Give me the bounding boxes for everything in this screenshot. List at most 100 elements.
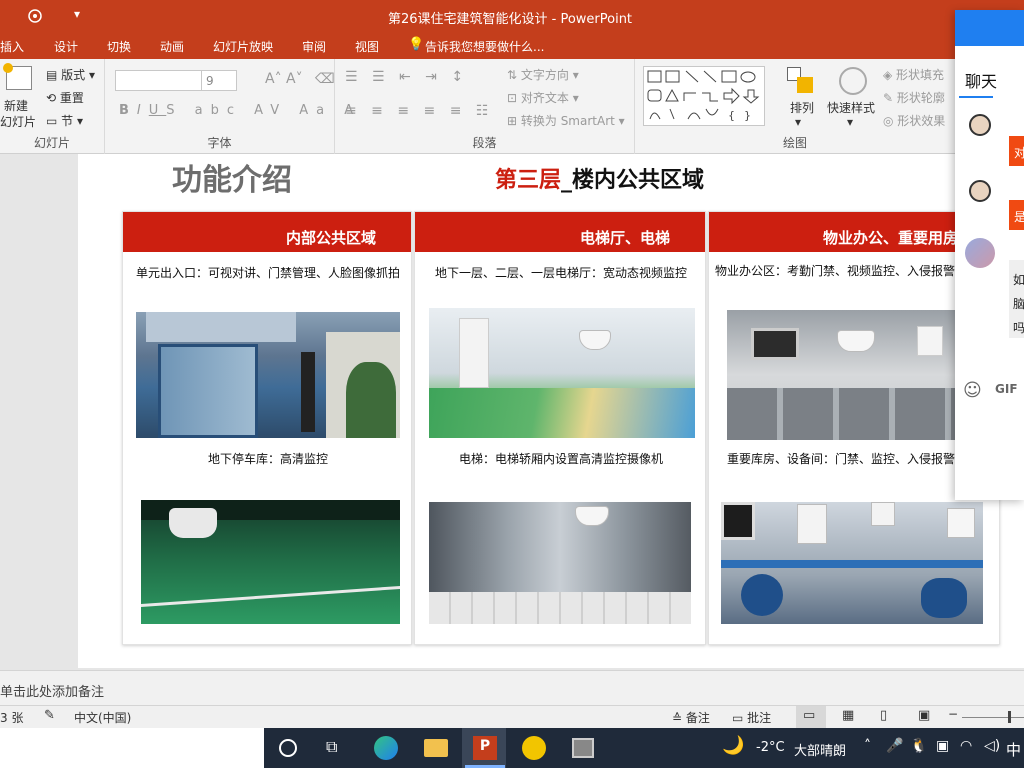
notes-button-label: 备注	[685, 711, 710, 725]
reset-button[interactable]: ⟲ 重置	[46, 89, 84, 106]
caption-entrance: 单元出入口：可视对讲、门禁管理、人脸图像抓拍	[135, 266, 400, 280]
avatar	[969, 180, 991, 202]
layout-label: 版式	[61, 68, 86, 82]
weather-desc[interactable]: 大部晴朗	[794, 740, 846, 759]
reading-view-icon[interactable]: ▯	[880, 708, 887, 723]
chat-panel: 聊天 对 是 如 脑 吗 ☺ GIF	[955, 10, 1024, 500]
svg-text:}: }	[744, 109, 751, 122]
font-style-buttons[interactable]: BIUS abc AV Aa A	[119, 103, 361, 118]
autosave-icon[interactable]	[26, 8, 44, 24]
file-explorer-icon[interactable]	[424, 739, 448, 757]
chat-tab-underline	[959, 96, 993, 98]
tab-insert[interactable]: 插入	[0, 38, 24, 55]
arrange-button[interactable]: 排列	[790, 99, 814, 116]
quick-styles-icon	[839, 67, 867, 95]
align-buttons[interactable]: ≡ ≡ ≡ ≡ ≡ ☷	[345, 103, 493, 119]
arrange-dropdown-icon[interactable]: ▾	[795, 115, 801, 129]
layer-title: _楼内公共区域	[561, 168, 705, 193]
entrance-photo	[136, 312, 400, 438]
tab-slideshow[interactable]: 幻灯片放映	[213, 38, 273, 55]
chat-message: 是	[1009, 200, 1024, 230]
app-tray-icon[interactable]: ▣	[936, 738, 949, 754]
list-buttons[interactable]: ☰ ☰ ⇤ ⇥ ↕	[345, 69, 468, 85]
align-text-label: 对齐文本	[520, 91, 569, 105]
lightbulb-icon: 💡	[408, 37, 425, 52]
chat-message: 如 脑 吗	[1009, 260, 1024, 338]
ime-indicator[interactable]: 中	[1006, 739, 1021, 760]
new-slide-label-2[interactable]: 幻灯片	[0, 113, 36, 130]
column-header: 内部公共区域	[123, 212, 411, 252]
parking-photo	[141, 500, 400, 624]
slideshow-icon[interactable]: ▣	[918, 708, 930, 723]
drawing-group-label: 绘图	[782, 136, 807, 150]
font-group-label: 字体	[207, 136, 232, 150]
language-indicator[interactable]: 中文(中国)	[74, 709, 131, 726]
svg-text:{: {	[728, 109, 735, 122]
shapes-icon: {}	[647, 70, 760, 122]
taskbar-search-area[interactable]	[0, 728, 264, 768]
shape-effects-button[interactable]: ◎ 形状效果	[883, 112, 945, 129]
drawing-group: {} 排列 ▾ 快速样式 ▾ ◈ 形状填充 ✎ 形状轮廓 ◎ 形状效果 绘图	[635, 59, 955, 154]
app-icon-video[interactable]	[572, 738, 594, 758]
notes-pane[interactable]: 单击此处添加备注	[0, 670, 1024, 705]
comments-button[interactable]: ▭ 批注	[732, 709, 771, 726]
task-view-icon[interactable]: ⧉	[326, 737, 337, 757]
tray-expand-icon[interactable]: ˄	[864, 738, 871, 754]
shape-outline-label: 形状轮廓	[896, 91, 945, 105]
section-button[interactable]: ▭ 节 ▾	[46, 112, 83, 129]
layout-button[interactable]: ▤ 版式 ▾	[46, 66, 95, 83]
ribbon: 新建 幻灯片 ▤ 版式 ▾ ⟲ 重置 ▭ 节 ▾ 幻灯片 9 A˄ A˅ ⌫ B…	[0, 59, 1024, 154]
quick-styles-button[interactable]: 快速样式	[827, 99, 875, 116]
cortana-icon[interactable]	[279, 739, 297, 757]
section-label: 节	[61, 114, 74, 128]
tab-design[interactable]: 设计	[54, 38, 78, 55]
arrange-icon	[787, 67, 815, 95]
notes-button[interactable]: ≙ 备注	[672, 709, 710, 726]
volume-icon[interactable]: ◁)	[984, 738, 1000, 754]
column-header: 电梯厅、电梯	[415, 212, 705, 252]
gif-button[interactable]: GIF	[995, 382, 1018, 396]
window-title: 第26课住宅建筑智能化设计 - PowerPoint	[387, 12, 633, 27]
mic-icon[interactable]: 🎤	[886, 738, 903, 754]
align-text-button[interactable]: ⊡ 对齐文本 ▾	[507, 89, 579, 106]
zoom-slider-track[interactable]	[962, 717, 1024, 718]
slide-count: 3 张	[0, 711, 24, 725]
tab-animations[interactable]: 动画	[160, 38, 184, 55]
elevator-car-photo	[429, 502, 691, 624]
font-size-value: 9	[206, 74, 214, 88]
quick-styles-dropdown-icon[interactable]: ▾	[847, 115, 853, 129]
taskbar: ⧉ P 🌙 -2°C 大部晴朗 ˄ 🎤 🐧 ▣ ◠ ◁) 中	[0, 728, 1024, 768]
font-name-box[interactable]	[115, 70, 207, 91]
shapes-gallery[interactable]: {}	[643, 66, 765, 126]
qq-icon[interactable]: 🐧	[910, 738, 927, 754]
office-photo	[727, 310, 993, 440]
comments-button-label: 批注	[747, 711, 772, 725]
edge-icon[interactable]	[374, 736, 398, 760]
text-direction-button[interactable]: ⇅ 文字方向 ▾	[507, 66, 579, 83]
customize-qat-icon[interactable]: ▾	[74, 7, 80, 21]
tab-view[interactable]: 视图	[355, 38, 379, 55]
grow-font-icon[interactable]: A˄ A˅	[265, 71, 303, 87]
font-size-box[interactable]: 9	[201, 70, 237, 91]
zoom-out-button[interactable]: −	[948, 707, 958, 721]
caption-elevator-hall: 地下一层、二层、一层电梯厅：宽动态视频监控	[434, 266, 687, 280]
slide-sorter-icon[interactable]: ▦	[842, 708, 854, 723]
app-icon-yellow[interactable]	[522, 736, 546, 760]
weather-temp[interactable]: -2°C	[756, 740, 785, 755]
weather-icon[interactable]: 🌙	[722, 735, 744, 756]
clear-format-icon[interactable]: ⌫	[315, 71, 335, 87]
smartart-button[interactable]: ⊞ 转换为 SmartArt ▾	[507, 112, 625, 129]
tell-me-search[interactable]: 告诉我您想要做什么...	[425, 38, 544, 55]
smartart-label: 转换为 SmartArt	[520, 114, 615, 128]
wifi-icon[interactable]: ◠	[960, 738, 972, 754]
spelling-icon[interactable]: ✎	[44, 708, 55, 723]
tab-review[interactable]: 审阅	[302, 38, 326, 55]
zoom-slider-thumb[interactable]	[1008, 711, 1011, 723]
slides-group: 新建 幻灯片 ▤ 版式 ▾ ⟲ 重置 ▭ 节 ▾ 幻灯片	[0, 59, 105, 154]
chat-tab[interactable]: 聊天	[965, 68, 997, 92]
shape-outline-button[interactable]: ✎ 形状轮廓	[883, 89, 945, 106]
tab-transitions[interactable]: 切换	[107, 38, 131, 55]
emoji-icon[interactable]: ☺	[963, 380, 982, 401]
new-slide-label-1[interactable]: 新建	[4, 97, 28, 114]
shape-fill-button[interactable]: ◈ 形状填充	[883, 66, 944, 83]
